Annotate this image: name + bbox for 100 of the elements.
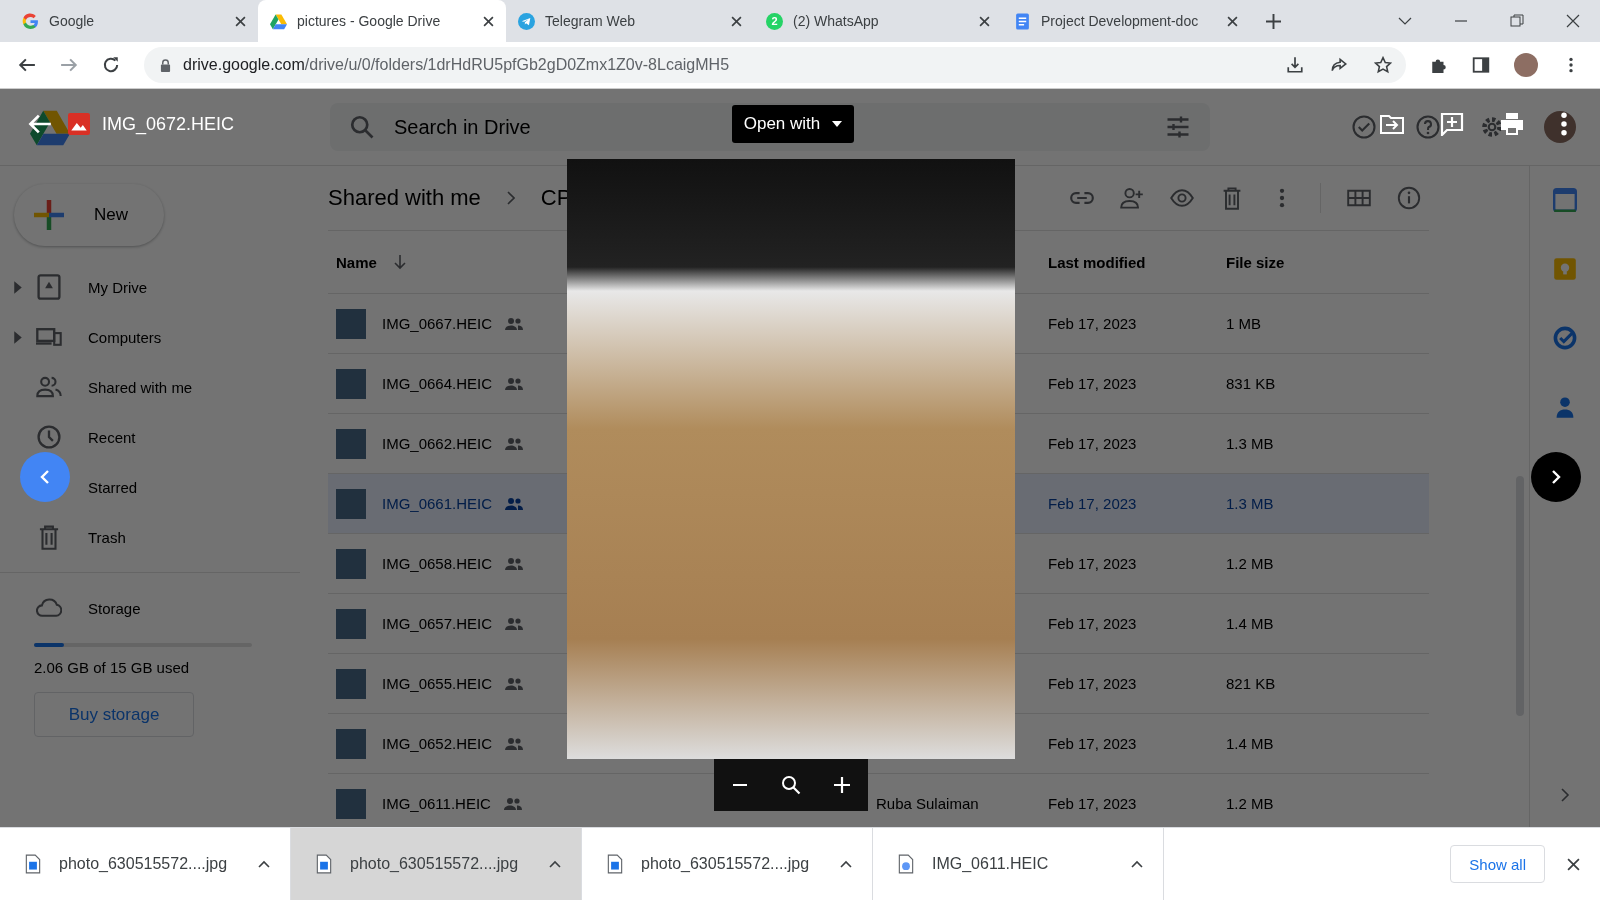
shared-people-icon — [504, 556, 525, 571]
show-all-button[interactable]: Show all — [1450, 845, 1545, 883]
shared-icon — [36, 374, 62, 400]
magnifier-icon[interactable] — [781, 775, 801, 795]
print-icon[interactable] — [1500, 112, 1524, 136]
thumbnail-placeholder — [336, 428, 366, 459]
close-icon[interactable] — [483, 15, 494, 27]
profile-avatar[interactable] — [1544, 111, 1576, 143]
shared-people-icon — [504, 316, 525, 331]
browser-tab[interactable]: Telegram Web — [506, 4, 754, 38]
nav-item[interactable]: Trash — [0, 512, 300, 562]
file-size: 1.4 MB — [1226, 615, 1275, 632]
file-size: 1.3 MB — [1226, 435, 1275, 452]
reload-icon[interactable] — [102, 56, 120, 74]
modified-date: Feb 17, 2023 — [1048, 435, 1138, 452]
back-arrow-icon[interactable] — [28, 112, 52, 136]
nav-item[interactable]: Computers — [0, 312, 300, 362]
close-icon[interactable] — [1567, 857, 1580, 871]
help-icon[interactable] — [1416, 115, 1440, 139]
storage-usage-text: 2.06 GB of 15 GB used — [34, 659, 191, 676]
zoom-in-icon[interactable] — [832, 775, 853, 795]
nav-item[interactable]: Shared with me — [0, 362, 300, 412]
file-size: 831 KB — [1226, 375, 1277, 392]
shared-people-icon — [504, 496, 525, 511]
close-icon[interactable] — [1566, 14, 1580, 28]
dropdown-caret-icon — [832, 121, 843, 127]
storage-item[interactable]: Storage — [0, 583, 300, 633]
image-file-icon — [316, 854, 332, 874]
side-panel-icon[interactable] — [1472, 56, 1490, 74]
close-icon[interactable] — [731, 15, 742, 27]
nav-item[interactable]: Recent — [0, 412, 300, 462]
browser-tab[interactable]: 2 (2) WhatsApp — [754, 4, 1002, 38]
browser-tab[interactable]: Google — [10, 4, 258, 38]
recent-icon — [36, 424, 62, 450]
nav-item[interactable]: My Drive — [0, 262, 300, 312]
new-button[interactable]: New — [14, 184, 164, 246]
buy-storage-button[interactable]: Buy storage — [34, 692, 194, 737]
shared-people-icon — [504, 676, 525, 691]
chevron-up-icon[interactable] — [840, 860, 852, 868]
star-icon[interactable] — [1374, 56, 1392, 74]
breadcrumb-item[interactable]: Shared with me — [328, 185, 481, 211]
restore-icon[interactable] — [1510, 14, 1524, 28]
task-check-icon[interactable] — [1553, 326, 1577, 350]
drive-favicon-icon — [270, 12, 287, 30]
eye-icon[interactable] — [1170, 186, 1194, 210]
modified-date: Feb 17, 2023 — [1048, 735, 1138, 752]
modified-date: Feb 17, 2023 — [1048, 375, 1138, 392]
thumbnail-placeholder — [336, 368, 366, 399]
check-circle-icon[interactable] — [1352, 115, 1376, 139]
add-comment-icon[interactable] — [1440, 112, 1464, 136]
file-size: 1.3 MB — [1226, 495, 1275, 512]
new-tab-icon[interactable] — [1266, 14, 1281, 29]
file-icon — [898, 854, 914, 874]
download-item[interactable]: IMG_0611.HEIC — [873, 828, 1164, 900]
share-icon[interactable] — [1330, 56, 1348, 74]
open-with-button[interactable]: Open with — [731, 105, 855, 143]
install-icon[interactable] — [1286, 56, 1304, 74]
more-vertical-icon[interactable] — [1560, 112, 1568, 136]
chevron-right-icon — [506, 191, 515, 205]
chevron-right-icon[interactable] — [1560, 787, 1570, 803]
thumbnail-placeholder — [336, 668, 366, 699]
filter-icon[interactable] — [1166, 115, 1190, 139]
browser-tab[interactable]: pictures - Google Drive — [258, 0, 506, 42]
file-name: IMG_0658.HEIC — [382, 555, 493, 572]
settings-icon[interactable] — [1480, 115, 1504, 139]
close-icon[interactable] — [235, 15, 246, 27]
modified-date: Feb 17, 2023 — [1048, 615, 1138, 632]
folder-move-icon[interactable] — [1380, 112, 1404, 136]
thumbnail-placeholder — [336, 608, 366, 639]
my-drive-icon — [36, 274, 62, 300]
file-name: IMG_0667.HEIC — [382, 315, 493, 332]
forward-icon[interactable] — [60, 56, 78, 74]
browser-tab[interactable]: Project Development-doc — [1002, 4, 1250, 38]
close-icon[interactable] — [979, 15, 990, 27]
back-icon[interactable] — [18, 56, 36, 74]
chevron-up-icon[interactable] — [1131, 860, 1143, 868]
sort-arrow-icon[interactable] — [392, 254, 407, 270]
chevron-up-icon[interactable] — [258, 860, 270, 868]
modified-date: Feb 17, 2023 — [1048, 795, 1138, 812]
file-name: IMG_0652.HEIC — [382, 735, 493, 752]
file-size: 1 MB — [1226, 315, 1262, 332]
address-field[interactable]: drive.google.com/drive/u/0/folders/1drHdRU5pfGb2gD0Zmx1Z0v-8LcaigMH5 — [144, 47, 1406, 83]
chevron-up-icon[interactable] — [549, 860, 561, 868]
shared-people-icon — [504, 376, 525, 391]
close-icon[interactable] — [1227, 15, 1238, 27]
shared-people-icon — [504, 436, 525, 451]
thumbnail-placeholder — [336, 548, 366, 579]
add-person-icon[interactable] — [1120, 186, 1144, 210]
column-header[interactable]: File size — [1226, 253, 1346, 271]
info-icon[interactable] — [1397, 186, 1421, 210]
thumbnail-placeholder — [336, 308, 366, 339]
download-item[interactable]: photo_630515572....jpg — [291, 828, 582, 900]
image-file-icon — [68, 113, 90, 135]
document-favicon-icon — [1014, 12, 1031, 30]
download-item[interactable]: photo_630515572....jpg — [582, 828, 873, 900]
thumbnail-placeholder — [336, 488, 366, 519]
column-header[interactable]: Name — [336, 253, 377, 271]
paper-plane-icon — [518, 12, 535, 30]
column-header[interactable]: Last modified — [1048, 253, 1226, 271]
file-size: 1.2 MB — [1226, 555, 1275, 572]
